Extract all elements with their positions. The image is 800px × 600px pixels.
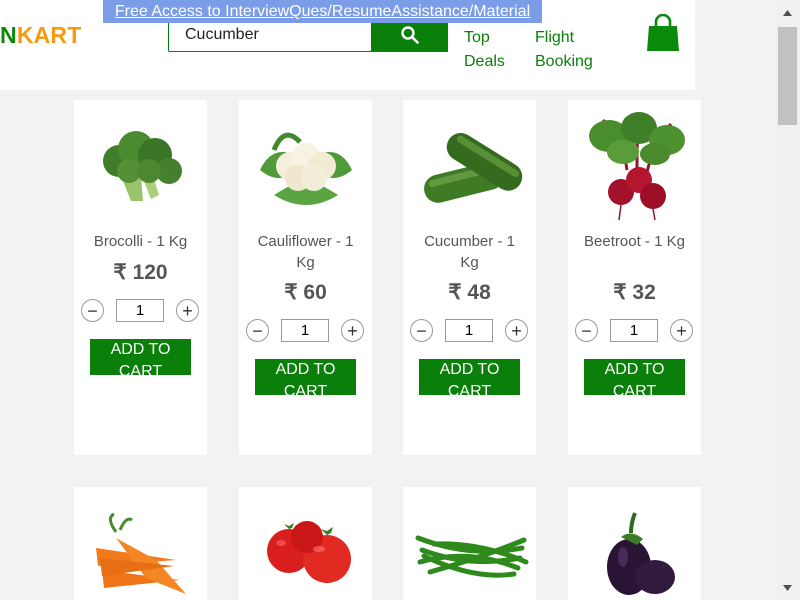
product-name: Cauliflower - 1 Kg xyxy=(257,233,354,271)
product-image-beans xyxy=(403,497,536,600)
product-card xyxy=(403,487,536,600)
scroll-down-arrow-icon[interactable] xyxy=(775,575,800,600)
product-card: Brocolli - 1 Kg ₹ 120 − + ADD TO CART xyxy=(74,100,207,455)
product-image-cauliflower xyxy=(239,110,372,222)
quantity-input[interactable] xyxy=(610,319,658,342)
cart-icon[interactable] xyxy=(646,13,680,52)
promo-link[interactable]: Free Access to InterviewQues/ResumeAssis… xyxy=(103,0,542,23)
flight-booking-link[interactable]: Flight Booking xyxy=(535,26,599,74)
product-image-cucumber xyxy=(403,110,536,222)
product-image-carrot xyxy=(74,497,207,600)
product-name: Cucumber - 1 Kg xyxy=(424,233,515,271)
decrement-button[interactable]: − xyxy=(575,319,598,342)
product-card: Cauliflower - 1 Kg ₹ 60 − + ADD TO CART xyxy=(239,100,372,455)
scrollbar-thumb[interactable] xyxy=(778,27,797,125)
product-card: Beetroot - 1 Kg ₹ 32 − + ADD TO CART xyxy=(568,100,701,455)
product-card xyxy=(239,487,372,600)
increment-button[interactable]: + xyxy=(341,319,364,342)
search-icon xyxy=(400,25,419,44)
decrement-button[interactable]: − xyxy=(410,319,433,342)
scroll-up-arrow-icon[interactable] xyxy=(775,0,800,25)
product-name: Brocolli - 1 Kg xyxy=(93,233,188,250)
quantity-input[interactable] xyxy=(281,319,329,342)
add-to-cart-button[interactable]: ADD TO CART xyxy=(584,359,685,395)
logo: NKART xyxy=(0,22,82,49)
vertical-scrollbar[interactable] xyxy=(775,0,800,600)
add-to-cart-button[interactable]: ADD TO CART xyxy=(419,359,520,395)
quantity-stepper: − + xyxy=(403,319,536,343)
product-card: Cucumber - 1 Kg ₹ 48 − + ADD TO CART xyxy=(403,100,536,455)
increment-button[interactable]: + xyxy=(176,299,199,322)
product-card xyxy=(568,487,701,600)
product-price: ₹ 32 xyxy=(613,281,656,304)
product-image-brocolli xyxy=(74,110,207,222)
logo-text-green: N xyxy=(0,22,17,48)
product-name: Beetroot - 1 Kg xyxy=(584,233,685,250)
top-deals-link[interactable]: Top Deals xyxy=(464,26,514,74)
quantity-input[interactable] xyxy=(116,299,164,322)
shopping-bag-icon xyxy=(647,13,679,51)
product-image-tomato xyxy=(239,497,372,600)
decrement-button[interactable]: − xyxy=(81,299,104,322)
quantity-stepper: − + xyxy=(568,319,701,343)
product-price: ₹ 60 xyxy=(284,281,327,304)
increment-button[interactable]: + xyxy=(505,319,528,342)
quantity-input[interactable] xyxy=(445,319,493,342)
decrement-button[interactable]: − xyxy=(246,319,269,342)
add-to-cart-button[interactable]: ADD TO CART xyxy=(255,359,356,395)
product-price: ₹ 120 xyxy=(113,261,168,284)
product-price: ₹ 48 xyxy=(448,281,491,304)
quantity-stepper: − + xyxy=(239,319,372,343)
product-image-beetroot xyxy=(568,110,701,222)
logo-text-orange: KART xyxy=(16,22,82,48)
product-card xyxy=(74,487,207,600)
increment-button[interactable]: + xyxy=(670,319,693,342)
product-image-brinjal xyxy=(568,497,701,600)
quantity-stepper: − + xyxy=(74,299,207,323)
add-to-cart-button[interactable]: ADD TO CART xyxy=(90,339,191,375)
